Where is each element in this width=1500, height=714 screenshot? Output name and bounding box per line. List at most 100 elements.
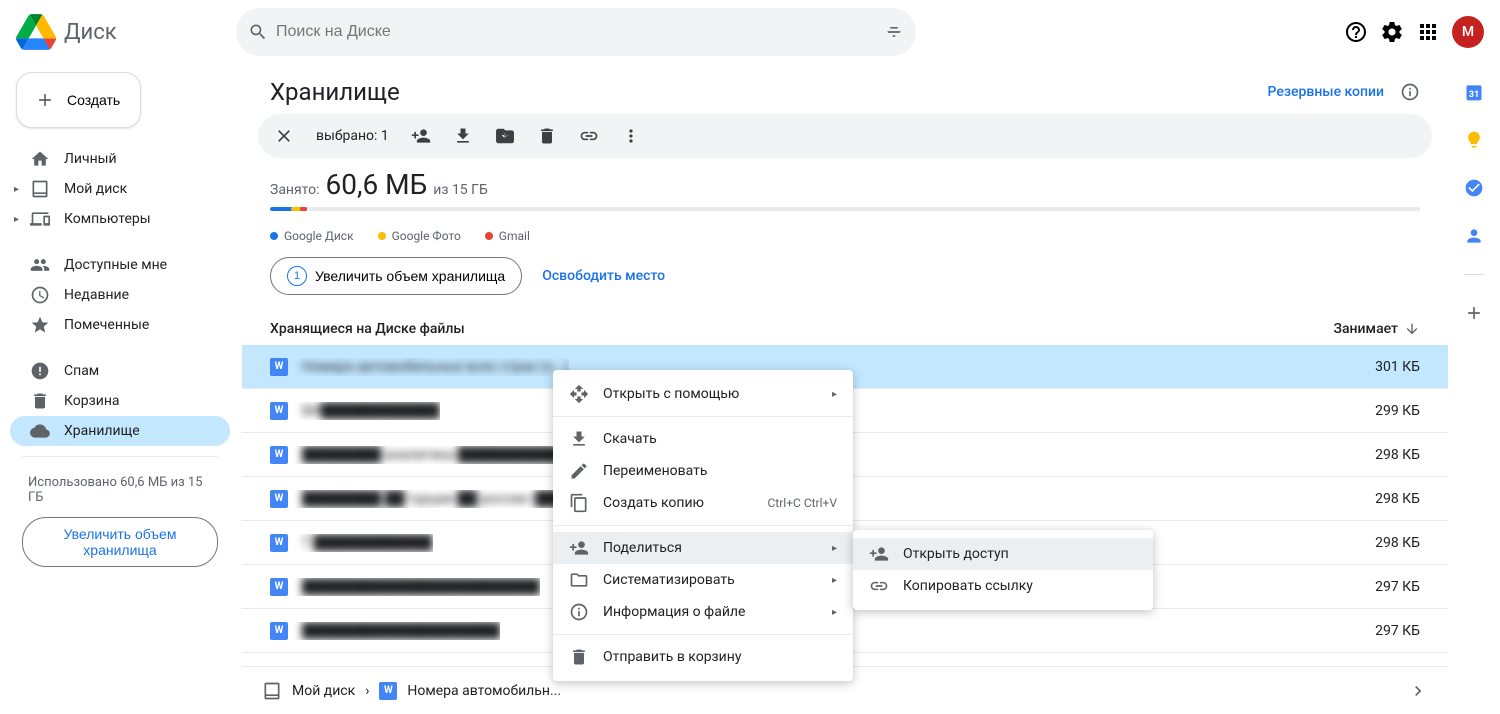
sidebar-item-home[interactable]: Личный — [10, 144, 230, 174]
share-icon — [569, 538, 589, 558]
search-input[interactable] — [268, 23, 884, 41]
menu-label: Переименовать — [603, 463, 708, 479]
app-logo[interactable]: Диск — [16, 12, 236, 52]
more-icon[interactable] — [621, 126, 641, 146]
file-size: 297 КБ — [1375, 579, 1420, 595]
calendar-panel-icon[interactable]: 31 — [1464, 82, 1484, 102]
word-file-icon: W — [270, 490, 288, 508]
settings-icon[interactable] — [1380, 20, 1404, 44]
sidebar-item-shared[interactable]: Доступные мне — [10, 250, 230, 280]
file-size: 301 КБ — [1375, 359, 1420, 375]
info-icon[interactable] — [1400, 82, 1420, 102]
word-file-icon: W — [270, 446, 288, 464]
menu-item-info[interactable]: Информация о файле▸ — [553, 596, 853, 628]
rename-icon — [569, 461, 589, 481]
star-icon — [30, 315, 50, 335]
menu-item-open-with[interactable]: Открыть с помощью▸ — [553, 378, 853, 410]
contacts-panel-icon[interactable] — [1464, 226, 1484, 246]
apps-icon[interactable] — [1416, 20, 1440, 44]
header-actions: М — [1344, 16, 1484, 48]
add-panel-icon[interactable] — [1464, 303, 1484, 323]
trash-icon — [569, 647, 589, 667]
menu-item-person-add[interactable]: Открыть доступ — [853, 538, 1153, 570]
upgrade-storage-button[interactable]: 1 Увеличить объем хранилища — [270, 257, 522, 295]
search-filter-icon[interactable] — [884, 22, 904, 42]
nav-label: Спам — [64, 363, 99, 379]
shared-icon — [30, 255, 50, 275]
submenu-arrow-icon: ▸ — [832, 607, 837, 618]
open-with-icon — [569, 384, 589, 404]
breadcrumb-file[interactable]: Номера автомобильн... — [407, 683, 561, 699]
drive-logo-icon — [16, 12, 56, 52]
sidebar-item-drive[interactable]: ▸Мой диск — [10, 174, 230, 204]
search-bar[interactable] — [236, 8, 916, 56]
link-icon[interactable] — [579, 126, 599, 146]
legend-item: Gmail — [485, 229, 530, 243]
close-selection-icon[interactable] — [274, 126, 294, 146]
legend-item: Google Диск — [270, 229, 354, 243]
word-file-icon: W — [379, 682, 397, 700]
word-file-icon: W — [270, 402, 288, 420]
sidebar-item-star[interactable]: Помеченные — [10, 310, 230, 340]
side-panel: 31 — [1448, 64, 1500, 714]
tasks-panel-icon[interactable] — [1464, 178, 1484, 198]
nav-label: Хранилище — [64, 423, 140, 439]
help-icon[interactable] — [1344, 20, 1368, 44]
keep-panel-icon[interactable] — [1464, 130, 1484, 150]
nav-label: Доступные мне — [64, 257, 167, 273]
share-icon[interactable] — [411, 126, 431, 146]
organize-icon — [569, 570, 589, 590]
menu-item-trash[interactable]: Отправить в корзину — [553, 641, 853, 673]
file-size: 298 КБ — [1375, 447, 1420, 463]
copy-icon — [569, 493, 589, 513]
menu-item-share[interactable]: Поделиться ▸ — [553, 532, 853, 564]
move-icon[interactable] — [495, 126, 515, 146]
shortcut-text: Ctrl+C Ctrl+V — [768, 496, 838, 510]
menu-label: Создать копию — [603, 495, 704, 511]
download-icon[interactable] — [453, 126, 473, 146]
sidebar-item-devices[interactable]: ▸Компьютеры — [10, 204, 230, 234]
word-file-icon: W — [270, 358, 288, 376]
menu-item-link[interactable]: Копировать ссылку — [853, 570, 1153, 602]
file-name: ████████████████████ — [302, 622, 500, 639]
drive-icon — [30, 179, 50, 199]
app-name: Диск — [64, 20, 117, 45]
drive-small-icon — [262, 681, 282, 701]
free-space-link[interactable]: Освободить место — [542, 268, 665, 284]
selection-count: выбрано: 1 — [316, 128, 389, 144]
file-size: 298 КБ — [1375, 491, 1420, 507]
expand-chevron-icon[interactable]: ▸ — [14, 214, 19, 225]
menu-label: Скачать — [603, 431, 657, 447]
sort-down-icon — [1404, 321, 1420, 337]
menu-item-organize[interactable]: Систематизировать▸ — [553, 564, 853, 596]
breadcrumb-root[interactable]: Мой диск — [292, 683, 355, 699]
storage-total-label: из 15 ГБ — [433, 182, 487, 198]
chevron-right-icon: › — [365, 683, 369, 699]
chevron-collapse-icon[interactable] — [1408, 681, 1428, 701]
file-size: 299 КБ — [1375, 403, 1420, 419]
sidebar-item-cloud[interactable]: Хранилище — [10, 416, 230, 446]
menu-item-download[interactable]: Скачать — [553, 423, 853, 455]
backup-link[interactable]: Резервные копии — [1268, 84, 1385, 100]
menu-item-rename[interactable]: Переименовать — [553, 455, 853, 487]
column-size-header[interactable]: Занимает — [1334, 321, 1420, 337]
create-label: Создать — [67, 92, 120, 108]
sidebar-upgrade-button[interactable]: Увеличить объем хранилища — [22, 517, 218, 567]
menu-item-copy[interactable]: Создать копию Ctrl+C Ctrl+V — [553, 487, 853, 519]
nav-label: Корзина — [64, 393, 120, 409]
submenu-arrow-icon: ▸ — [832, 543, 837, 554]
delete-icon[interactable] — [537, 126, 557, 146]
sidebar-item-clock[interactable]: Недавние — [10, 280, 230, 310]
expand-chevron-icon[interactable]: ▸ — [14, 184, 19, 195]
file-size: 297 КБ — [1375, 623, 1420, 639]
column-name-header[interactable]: Хранящиеся на Диске файлы — [270, 321, 465, 337]
sidebar-item-spam[interactable]: Спам — [10, 356, 230, 386]
devices-icon — [30, 209, 50, 229]
plus-icon — [35, 90, 55, 110]
menu-label: Поделиться — [603, 540, 682, 556]
create-button[interactable]: Создать — [16, 72, 141, 128]
table-header: Хранящиеся на Диске файлы Занимает — [242, 303, 1448, 345]
account-avatar[interactable]: М — [1452, 16, 1484, 48]
menu-label: Открыть с помощью — [603, 386, 739, 402]
sidebar-item-trash[interactable]: Корзина — [10, 386, 230, 416]
